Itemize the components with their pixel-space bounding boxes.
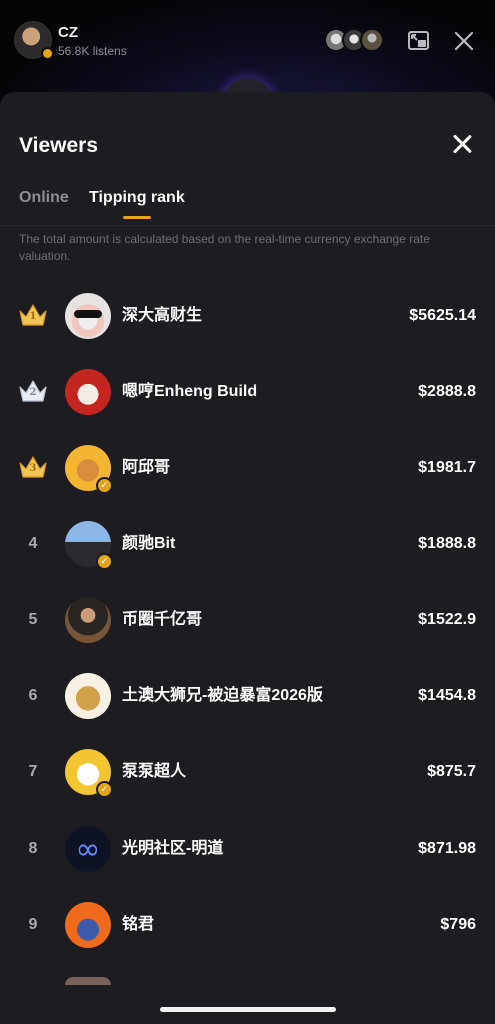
rank-number: 3 [29,463,37,474]
rank-row[interactable]: 5 币圈千亿哥 $1522.9 [0,590,495,650]
verified-badge-icon: ✓ [96,477,113,494]
gold-crown-icon: 3 [17,454,49,480]
rank-number: 8 [28,840,38,857]
user-name[interactable]: 颜驰Bit [122,514,175,574]
rank-row[interactable]: 2 嗯哼Enheng Build $2888.8 [0,362,495,422]
tip-amount: $1888.8 [418,535,476,552]
rank-row[interactable]: 7 ✓ 泵泵超人 $875.7 [0,742,495,802]
host-badge-icon [41,47,54,60]
rank-number: 7 [28,763,38,780]
tab-tipping-rank[interactable]: Tipping rank [89,189,185,207]
verified-badge-icon: ✓ [96,553,113,570]
picture-in-picture-icon[interactable] [406,28,432,54]
tip-amount: $796 [440,916,476,933]
gold-crown-icon: 1 [17,302,49,328]
user-name[interactable]: 铭君 [122,895,154,955]
tip-amount: $1522.9 [418,611,476,628]
user-name[interactable]: 嗯哼Enheng Build [122,362,257,422]
rank-row[interactable]: 8 光明社区-明道 $871.98 [0,819,495,879]
listener-avatar [360,28,384,52]
rank-number: 2 [29,387,37,398]
silver-crown-icon: 2 [17,378,49,404]
rank-row[interactable]: 1 深大高财生 $5625.14 [0,286,495,346]
tip-amount: $1981.7 [418,459,476,476]
active-tab-indicator [123,216,151,219]
user-avatar[interactable] [65,902,111,948]
user-avatar[interactable] [65,673,111,719]
host-name[interactable]: CZ [58,24,78,41]
verified-badge-icon: ✓ [96,781,113,798]
rank-row[interactable]: 3 ✓ 阿邱哥 $1981.7 [0,438,495,498]
user-name[interactable]: 阿邱哥 [122,438,170,498]
tip-amount: $2888.8 [418,383,476,400]
user-name[interactable]: 泵泵超人 [122,742,186,802]
rank-number: 1 [29,311,37,322]
user-avatar[interactable] [65,369,111,415]
close-icon[interactable] [446,129,478,161]
rank-number: 6 [28,687,38,704]
rank-row[interactable]: 9 铭君 $796 [0,895,495,955]
rank-number: 5 [28,611,38,628]
tip-amount: $871.98 [418,840,476,857]
sheet-title: Viewers [19,134,99,157]
tip-amount: $1454.8 [418,687,476,704]
rank-number: 9 [28,916,38,933]
user-name[interactable]: 币圈千亿哥 [122,590,202,650]
user-avatar[interactable] [65,293,111,339]
user-name[interactable]: 土澳大狮兄-被迫暴富2026版 [122,666,323,726]
user-avatar[interactable] [65,826,111,872]
user-avatar[interactable] [65,597,111,643]
tip-amount: $5625.14 [409,307,476,324]
rank-row[interactable]: 6 土澳大狮兄-被迫暴富2026版 $1454.8 [0,666,495,726]
home-indicator [160,1007,336,1012]
host-listens-count: 56.8K listens [58,44,127,58]
room-close-icon[interactable] [451,28,477,54]
next-row-avatar-peek [65,977,111,985]
user-name[interactable]: 光明社区-明道 [122,819,223,879]
host-avatar[interactable] [14,21,54,60]
viewers-sheet: Viewers Online Tipping rank The total am… [0,92,495,1024]
rank-number: 4 [28,535,38,552]
user-name[interactable]: 深大高财生 [122,286,202,346]
divider [0,225,495,226]
exchange-rate-note: The total amount is calculated based on … [19,232,430,263]
tip-amount: $875.7 [427,763,476,780]
listener-avatars[interactable] [324,28,386,52]
tab-online[interactable]: Online [19,189,69,207]
rank-row[interactable]: 4 ✓ 颜驰Bit $1888.8 [0,514,495,574]
